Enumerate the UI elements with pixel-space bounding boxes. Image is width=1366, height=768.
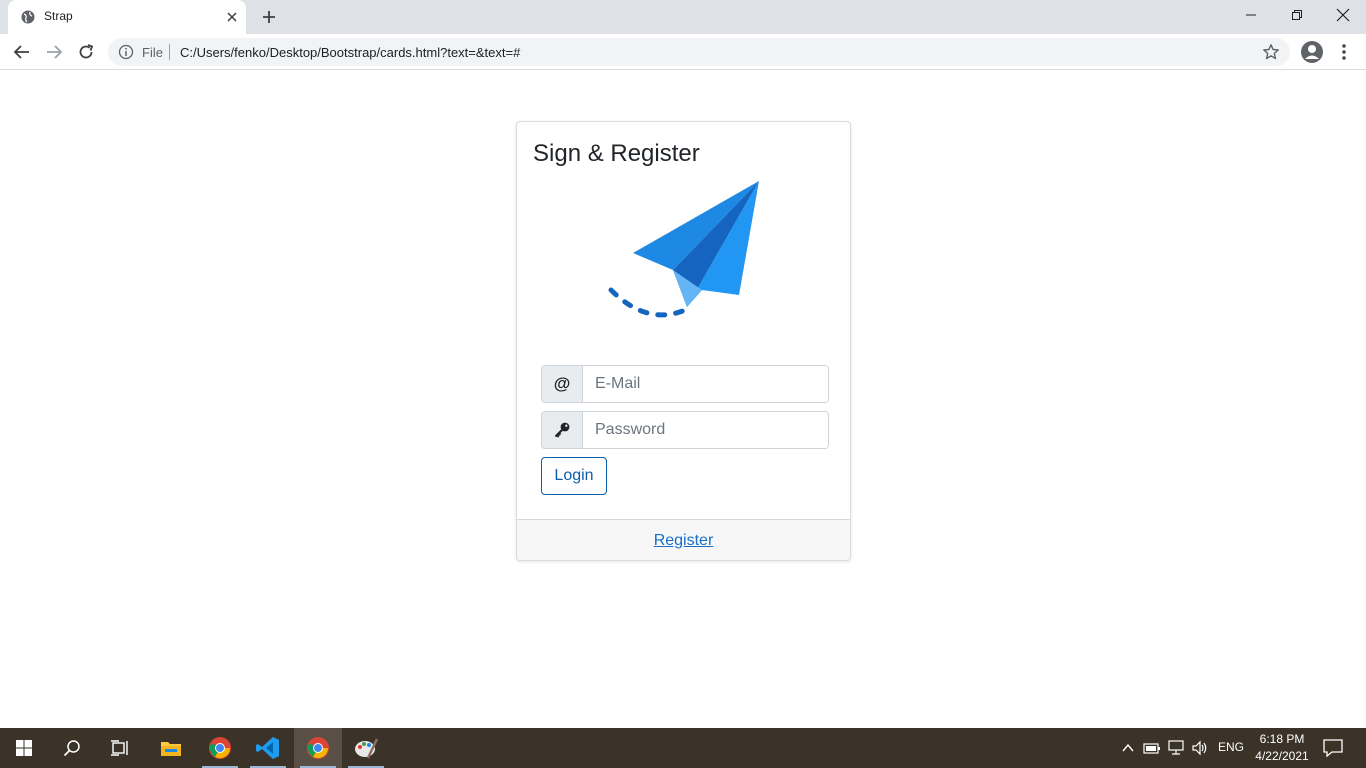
search-icon bbox=[63, 740, 80, 757]
tray-network[interactable] bbox=[1166, 738, 1186, 758]
chrome-icon bbox=[307, 737, 329, 759]
omnibox-divider bbox=[169, 44, 170, 60]
close-window-button[interactable] bbox=[1320, 0, 1366, 30]
chevron-up-icon bbox=[1122, 743, 1134, 752]
chrome-icon bbox=[209, 737, 231, 759]
card-title: Sign & Register bbox=[533, 140, 700, 167]
notification-icon[interactable] bbox=[1322, 738, 1344, 758]
volume-icon bbox=[1192, 740, 1207, 756]
globe-icon bbox=[21, 10, 35, 24]
close-icon[interactable] bbox=[224, 9, 240, 25]
address-bar[interactable]: File C:/Users/fenko/Desktop/Bootstrap/ca… bbox=[108, 38, 1290, 66]
paint-icon bbox=[355, 738, 378, 759]
sign-register-card: Sign & Register @ Login Register bbox=[516, 121, 851, 561]
reload-icon bbox=[79, 44, 94, 59]
card-footer: Register bbox=[517, 519, 850, 560]
minimize-icon bbox=[1246, 14, 1256, 16]
star-icon[interactable] bbox=[1262, 43, 1280, 61]
back-arrow-icon bbox=[13, 45, 29, 59]
clock[interactable]: 6:18 PM 4/22/2021 bbox=[1252, 731, 1312, 765]
network-icon bbox=[1168, 740, 1184, 755]
vscode-icon bbox=[256, 737, 279, 759]
close-window-icon bbox=[1336, 8, 1350, 22]
forward-arrow-icon bbox=[47, 45, 63, 59]
tray-volume[interactable] bbox=[1190, 738, 1210, 758]
task-view-button[interactable] bbox=[96, 728, 144, 768]
file-explorer-button[interactable] bbox=[147, 728, 195, 768]
paper-plane-illustration bbox=[608, 181, 759, 318]
plus-icon[interactable] bbox=[260, 8, 278, 26]
language-indicator[interactable]: ENG bbox=[1218, 740, 1244, 754]
taskbar-chrome-active[interactable] bbox=[294, 728, 342, 768]
file-label: File bbox=[142, 45, 163, 60]
browser-toolbar: File C:/Users/fenko/Desktop/Bootstrap/ca… bbox=[0, 34, 1366, 70]
search-button[interactable] bbox=[48, 728, 96, 768]
tray-overflow-button[interactable] bbox=[1118, 738, 1138, 758]
password-field[interactable] bbox=[583, 412, 828, 448]
forward-button[interactable] bbox=[43, 41, 65, 63]
info-icon[interactable] bbox=[118, 44, 134, 60]
taskbar-vscode[interactable] bbox=[244, 728, 292, 768]
tray-battery[interactable] bbox=[1142, 738, 1162, 758]
key-addon bbox=[542, 412, 583, 448]
back-button[interactable] bbox=[11, 41, 33, 63]
email-input-group: @ bbox=[541, 365, 829, 403]
register-link[interactable]: Register bbox=[654, 532, 714, 550]
login-button[interactable]: Login bbox=[541, 457, 607, 495]
start-button[interactable] bbox=[0, 728, 48, 768]
maximize-icon bbox=[1292, 10, 1302, 20]
clock-time: 6:18 PM bbox=[1259, 732, 1305, 746]
kebab-menu-icon[interactable] bbox=[1336, 42, 1352, 62]
windows-taskbar: ENG 6:18 PM 4/22/2021 bbox=[0, 728, 1366, 768]
task-view-icon bbox=[111, 740, 128, 756]
reload-button[interactable] bbox=[75, 41, 97, 63]
windows-start-icon bbox=[16, 740, 32, 756]
key-icon bbox=[554, 422, 570, 438]
taskbar-chrome[interactable] bbox=[196, 728, 244, 768]
tab-title: Strap bbox=[44, 9, 73, 23]
taskbar-paint[interactable] bbox=[342, 728, 390, 768]
browser-tab[interactable]: Strap bbox=[8, 0, 246, 34]
clock-date: 4/22/2021 bbox=[1255, 749, 1309, 763]
restore-button[interactable] bbox=[1274, 0, 1320, 30]
email-field[interactable] bbox=[583, 366, 828, 402]
at-sign-addon: @ bbox=[542, 366, 583, 402]
battery-icon bbox=[1143, 743, 1160, 754]
password-input-group bbox=[541, 411, 829, 449]
minimize-button[interactable] bbox=[1228, 0, 1274, 30]
file-explorer-icon bbox=[161, 742, 181, 756]
browser-titlebar: Strap bbox=[0, 0, 1366, 34]
url-text[interactable]: C:/Users/fenko/Desktop/Bootstrap/cards.h… bbox=[180, 45, 520, 60]
profile-icon[interactable] bbox=[1300, 40, 1324, 64]
